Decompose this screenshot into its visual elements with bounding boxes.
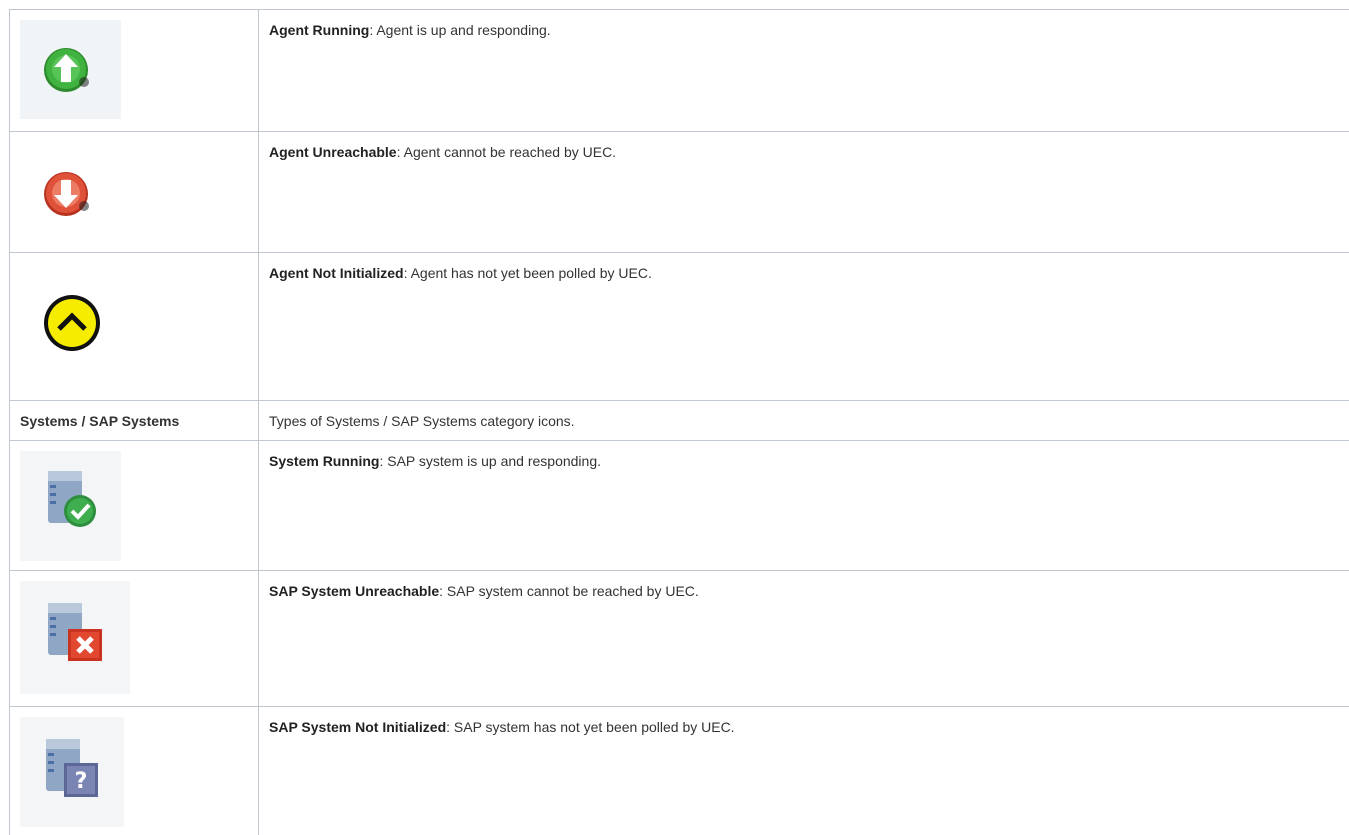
description-cell: Agent Not Initialized: Agent has not yet…: [259, 253, 1349, 401]
description-cell: SAP System Not Initialized: SAP system h…: [259, 707, 1349, 835]
icon-cell: [10, 441, 259, 571]
status-title: Agent Not Initialized: [269, 265, 404, 281]
icon-cell: [10, 10, 259, 132]
table-row: Agent Not Initialized: Agent has not yet…: [10, 253, 1349, 401]
status-description: : Agent is up and responding.: [369, 22, 550, 38]
status-description: : SAP system is up and responding.: [379, 453, 601, 469]
description-cell: Agent Unreachable: Agent cannot be reach…: [259, 132, 1349, 253]
system-not-initialized-icon: ?: [20, 717, 124, 827]
table-row: Agent Running: Agent is up and respondin…: [10, 10, 1349, 132]
category-description: Types of Systems / SAP Systems category …: [259, 401, 1349, 441]
table-row: ? SAP System Not Initialized: SAP system…: [10, 707, 1349, 835]
category-label: Systems / SAP Systems: [10, 401, 259, 441]
status-title: SAP System Unreachable: [269, 583, 439, 599]
description-cell: System Running: SAP system is up and res…: [259, 441, 1349, 571]
description-cell: SAP System Unreachable: SAP system canno…: [259, 571, 1349, 707]
status-title: SAP System Not Initialized: [269, 719, 446, 735]
status-description: : Agent cannot be reached by UEC.: [397, 144, 616, 160]
table-row: SAP System Unreachable: SAP system canno…: [10, 571, 1349, 707]
agent-running-icon: [20, 20, 121, 119]
table-row: System Running: SAP system is up and res…: [10, 441, 1349, 571]
icon-cell: [10, 253, 259, 401]
description-cell: Agent Running: Agent is up and respondin…: [259, 10, 1349, 132]
table-row: Agent Unreachable: Agent cannot be reach…: [10, 132, 1349, 253]
icon-cell: [10, 132, 259, 253]
svg-text:?: ?: [75, 769, 88, 794]
system-unreachable-icon: [20, 581, 130, 694]
status-description: : SAP system has not yet been polled by …: [446, 719, 734, 735]
status-icon-table: Agent Running: Agent is up and respondin…: [9, 9, 1349, 835]
status-description: : SAP system cannot be reached by UEC.: [439, 583, 699, 599]
category-row: Systems / SAP Systems Types of Systems /…: [10, 401, 1349, 441]
icon-cell: ?: [10, 707, 259, 835]
status-title: Agent Running: [269, 22, 369, 38]
status-description: : Agent has not yet been polled by UEC.: [404, 265, 652, 281]
status-title: Agent Unreachable: [269, 144, 397, 160]
icon-cell: [10, 571, 259, 707]
agent-unreachable-icon: [20, 142, 121, 241]
system-running-icon: [20, 451, 121, 561]
agent-not-initialized-icon: [20, 263, 121, 383]
status-title: System Running: [269, 453, 379, 469]
